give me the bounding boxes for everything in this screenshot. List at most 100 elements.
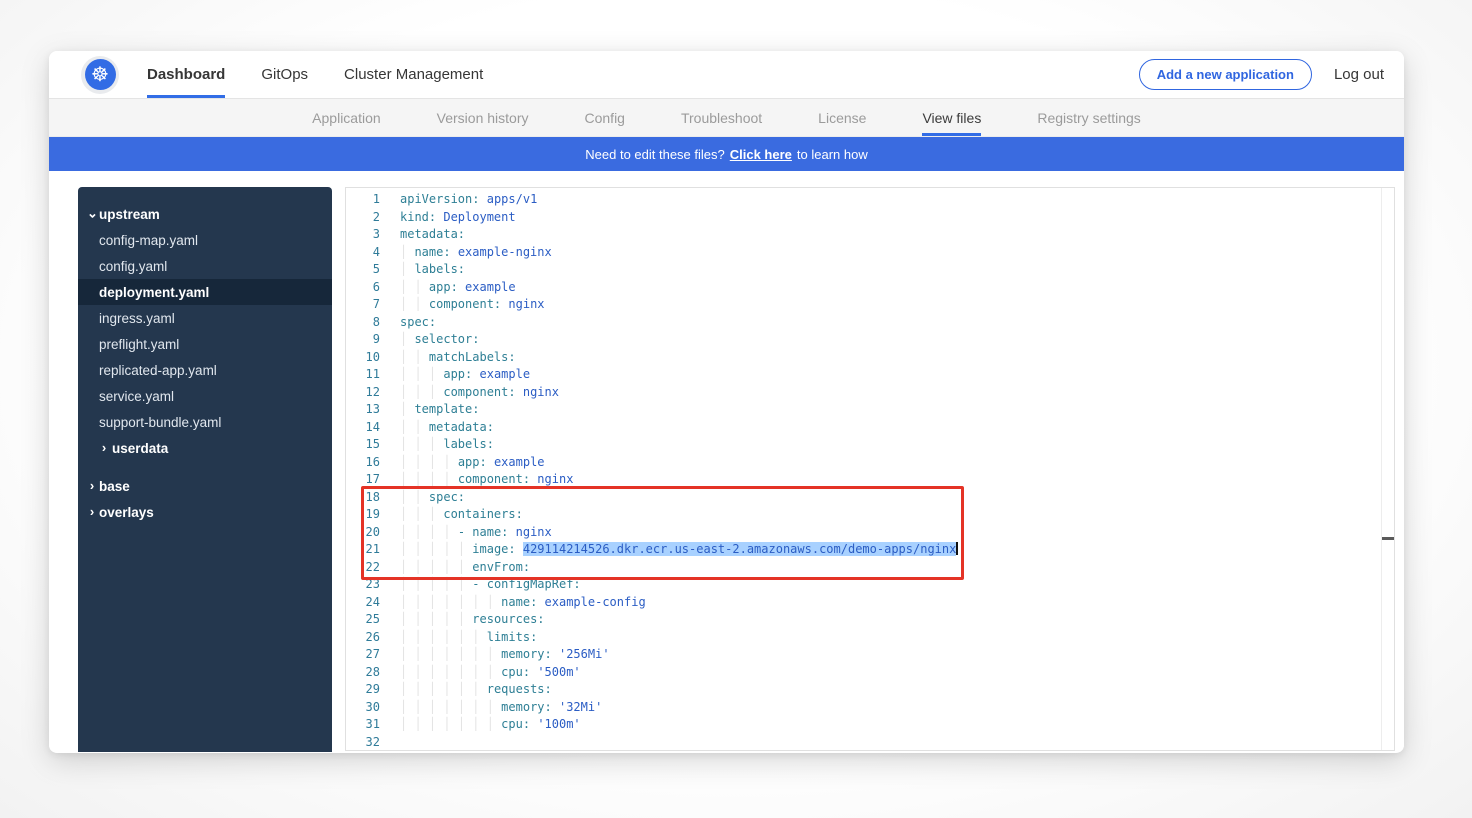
tree-item-preflight-yaml[interactable]: preflight.yaml — [78, 331, 332, 357]
indent-guide: │ — [414, 612, 428, 626]
yaml-key: resources: — [472, 612, 544, 626]
yaml-key: matchLabels: — [429, 350, 516, 364]
line-number: 17 — [346, 471, 380, 489]
code-line: 30│ │ │ │ │ │ │ memory: '32Mi' — [346, 699, 1394, 717]
indent-guide: │ — [458, 577, 472, 591]
indent-guide: │ — [414, 350, 428, 364]
indent-guide: │ — [443, 595, 457, 609]
tree-item-replicated-app-yaml[interactable]: replicated-app.yaml — [78, 357, 332, 383]
line-number: 30 — [346, 699, 380, 717]
indent-guide: │ — [400, 542, 414, 556]
yaml-value: example-config — [545, 595, 646, 609]
indent-guide: │ — [400, 525, 414, 539]
code-line: 1apiVersion: apps/v1 — [346, 191, 1394, 209]
yaml-value: Deployment — [443, 210, 515, 224]
indent-guide: │ — [443, 717, 457, 731]
indent-guide: │ — [443, 665, 457, 679]
tab-version-history[interactable]: Version history — [437, 99, 529, 136]
tree-item-config-yaml[interactable]: config.yaml — [78, 253, 332, 279]
app-logo[interactable]: ☸ — [81, 56, 119, 94]
editor-overview-ruler[interactable] — [1381, 188, 1394, 750]
banner-click-here-link[interactable]: Click here — [730, 147, 792, 162]
tab-config[interactable]: Config — [585, 99, 625, 136]
tree-item-deployment-yaml[interactable]: deployment.yaml — [78, 279, 332, 305]
indent-guide: │ — [400, 612, 414, 626]
logout-link[interactable]: Log out — [1334, 66, 1384, 83]
yaml-value: '256Mi' — [559, 647, 610, 661]
line-number: 32 — [346, 734, 380, 752]
tab-license[interactable]: License — [818, 99, 866, 136]
indent-guide: │ — [400, 402, 414, 416]
indent-guide: │ — [414, 280, 428, 294]
yaml-key: app: — [443, 367, 472, 381]
indent-guide: │ — [429, 472, 443, 486]
code-text: │ │ metadata: — [380, 419, 494, 437]
indent-guide: │ — [429, 595, 443, 609]
code-line: 32 — [346, 734, 1394, 752]
line-number: 11 — [346, 366, 380, 384]
indent-guide: │ — [458, 682, 472, 696]
yaml-key: spec: — [400, 315, 436, 329]
code-line: 14│ │ metadata: — [346, 419, 1394, 437]
code-line: 13 │ template: — [346, 401, 1394, 419]
indent-guide: │ — [458, 612, 472, 626]
chevron-right-icon: › — [99, 440, 109, 455]
tree-item-overlays[interactable]: ›overlays — [78, 499, 332, 525]
line-number: 28 — [346, 664, 380, 682]
tree-item-base[interactable]: ›base — [78, 473, 332, 499]
tab-view-files[interactable]: View files — [922, 99, 981, 136]
indent-guide: │ — [429, 542, 443, 556]
tree-item-ingress-yaml[interactable]: ingress.yaml — [78, 305, 332, 331]
add-application-button[interactable]: Add a new application — [1139, 59, 1312, 90]
line-number: 20 — [346, 524, 380, 542]
indent-guide: │ — [414, 682, 428, 696]
tree-item-service-yaml[interactable]: service.yaml — [78, 383, 332, 409]
yaml-key: memory: — [501, 700, 552, 714]
nav-item-gitops[interactable]: GitOps — [261, 51, 308, 98]
tree-item-config-map-yaml[interactable]: config-map.yaml — [78, 227, 332, 253]
yaml-key: kind: — [400, 210, 436, 224]
selection-marker — [1382, 537, 1394, 540]
indent-guide: │ — [414, 630, 428, 644]
yaml-key: template: — [414, 402, 479, 416]
yaml-dash: - — [472, 577, 486, 591]
tree-item-support-bundle-yaml[interactable]: support-bundle.yaml — [78, 409, 332, 435]
code-text: kind: Deployment — [380, 209, 516, 227]
yaml-key: name: — [414, 245, 450, 259]
yaml-key: cpu: — [501, 717, 530, 731]
line-number: 19 — [346, 506, 380, 524]
tree-item-label: ingress.yaml — [99, 311, 175, 326]
indent-guide: │ — [458, 560, 472, 574]
indent-guide: │ — [458, 630, 472, 644]
main-nav: Dashboard GitOps Cluster Management — [147, 51, 483, 98]
indent-guide: │ — [400, 297, 414, 311]
code-text: apiVersion: apps/v1 — [380, 191, 537, 209]
tree-item-label: preflight.yaml — [99, 337, 179, 352]
indent-guide: │ — [414, 490, 428, 504]
tree-item-upstream[interactable]: ⌄upstream — [78, 201, 332, 227]
indent-guide: │ — [414, 297, 428, 311]
tab-registry-settings[interactable]: Registry settings — [1037, 99, 1140, 136]
tree-item-label: config.yaml — [99, 259, 167, 274]
code-text: │ │ │ │ │ │ │ cpu: '500m' — [380, 664, 581, 682]
indent-guide: │ — [429, 507, 443, 521]
tab-troubleshoot[interactable]: Troubleshoot — [681, 99, 762, 136]
yaml-dash: - — [458, 525, 472, 539]
code-line: 5│ labels: — [346, 261, 1394, 279]
yaml-key: component: — [443, 385, 515, 399]
yaml-value: example-nginx — [458, 245, 552, 259]
code-line: 12│ │ │ component: nginx — [346, 384, 1394, 402]
nav-item-dashboard[interactable]: Dashboard — [147, 51, 225, 98]
indent-guide: │ — [400, 472, 414, 486]
line-number: 22 — [346, 559, 380, 577]
indent-guide: │ — [400, 647, 414, 661]
yaml-key: apiVersion: — [400, 192, 479, 206]
line-number: 13 — [346, 401, 380, 419]
tab-application[interactable]: Application — [312, 99, 381, 136]
tree-item-userdata[interactable]: ›userdata — [78, 435, 332, 461]
yaml-value: example — [465, 280, 516, 294]
indent-guide: │ — [414, 507, 428, 521]
editor-code-area[interactable]: 1apiVersion: apps/v12kind: Deployment3me… — [346, 188, 1394, 750]
line-number: 2 — [346, 209, 380, 227]
nav-item-cluster-management[interactable]: Cluster Management — [344, 51, 483, 98]
